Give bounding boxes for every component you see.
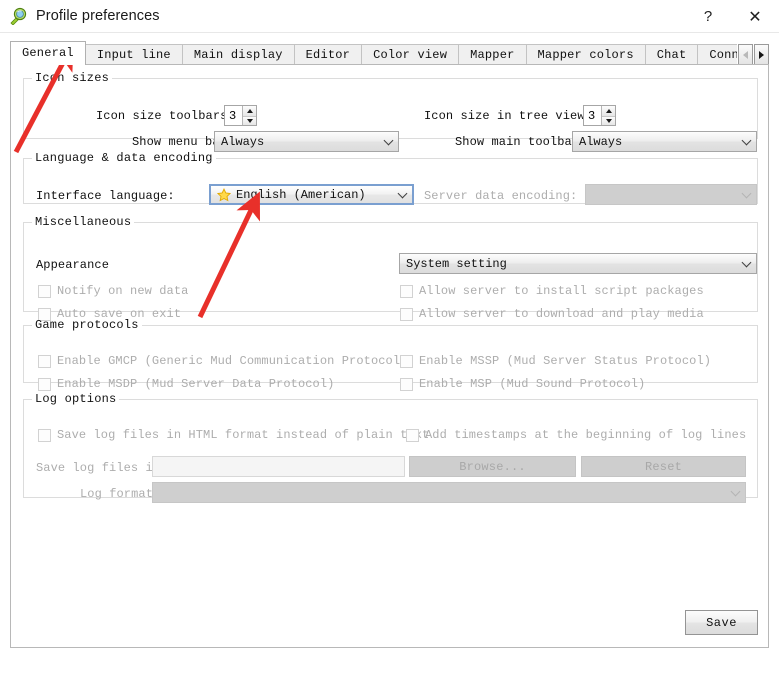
- checkbox-box[interactable]: [38, 377, 51, 391]
- group-language-data-encoding: Language & data encoding Interface langu…: [23, 151, 758, 205]
- tab-general[interactable]: General: [10, 41, 86, 65]
- save-button[interactable]: Save: [685, 610, 758, 635]
- tab-scroll-right-button[interactable]: [754, 44, 769, 65]
- tab-chat[interactable]: Chat: [644, 44, 699, 65]
- stepper-up-icon[interactable]: [602, 106, 615, 116]
- checkbox-save-log-html-format[interactable]: Save log files in HTML format instead of…: [38, 428, 429, 442]
- close-button[interactable]: ✕: [731, 0, 779, 33]
- checkbox-box[interactable]: [38, 284, 51, 298]
- checkbox-box[interactable]: [400, 284, 413, 298]
- tab-main-display[interactable]: Main display: [181, 44, 295, 65]
- checkbox-label: Enable MSSP (Mud Server Status Protocol): [419, 354, 712, 368]
- tab-color-view[interactable]: Color view: [361, 44, 460, 65]
- group-game-protocols: Game protocols Enable GMCP (Generic Mud …: [23, 318, 758, 391]
- chevron-down-icon: [397, 188, 408, 198]
- group-miscellaneous: Miscellaneous Appearance System setting …: [23, 215, 758, 321]
- tab-mapper[interactable]: Mapper: [458, 44, 527, 65]
- stepper-up-icon[interactable]: [243, 106, 256, 116]
- icon-size-toolbars-stepper[interactable]: 3: [224, 105, 257, 126]
- checkbox-allow-install-script-packages[interactable]: Allow server to install script packages: [400, 284, 704, 298]
- tab-page-general: Icon sizes Icon size toolbars: 3 Icon si…: [10, 64, 769, 648]
- checkbox-box[interactable]: [38, 428, 51, 442]
- chevron-down-icon: [730, 486, 741, 496]
- chevron-down-icon: [383, 135, 394, 145]
- show-main-toolbar-select[interactable]: Always: [572, 131, 757, 152]
- checkbox-box[interactable]: [38, 354, 51, 368]
- group-language-legend: Language & data encoding: [35, 151, 213, 165]
- checkbox-box[interactable]: [400, 377, 413, 391]
- checkbox-label: Enable MSP (Mud Sound Protocol): [419, 377, 646, 391]
- show-menu-bar-select[interactable]: Always: [214, 131, 399, 152]
- group-miscellaneous-legend: Miscellaneous: [35, 215, 132, 229]
- appearance-value: System setting: [406, 256, 507, 271]
- interface-language-label: Interface language:: [36, 189, 175, 203]
- tab-mapper-colors[interactable]: Mapper colors: [525, 44, 646, 65]
- tab-scroll-left-button[interactable]: [738, 44, 753, 65]
- save-log-files-in-input[interactable]: [152, 456, 405, 477]
- tab-bar: General Input line Main display Editor Color…: [10, 41, 769, 65]
- stepper-down-icon[interactable]: [602, 115, 615, 125]
- chevron-down-icon: [741, 188, 752, 198]
- server-data-encoding-label: Server data encoding:: [424, 189, 578, 203]
- log-format-select: [152, 482, 746, 503]
- checkbox-label: Notify on new data: [57, 284, 189, 298]
- window-title: Profile preferences: [36, 8, 160, 24]
- browse-button[interactable]: Browse...: [409, 456, 576, 477]
- group-log-options: Log options Save log files in HTML forma…: [23, 392, 758, 503]
- stepper-down-icon[interactable]: [243, 115, 256, 125]
- tab-editor[interactable]: Editor: [293, 44, 363, 65]
- stepper-buttons[interactable]: [601, 106, 615, 125]
- group-icon-sizes: Icon sizes Icon size toolbars: 3 Icon si…: [23, 71, 758, 152]
- appearance-label: Appearance: [36, 258, 110, 272]
- appearance-select[interactable]: System setting: [399, 253, 757, 274]
- checkbox-label: Enable GMCP (Generic Mud Communication P…: [57, 354, 408, 368]
- checkbox-label: Allow server to install script packages: [419, 284, 704, 298]
- group-game-protocols-legend: Game protocols: [35, 318, 139, 332]
- checkbox-enable-mssp[interactable]: Enable MSSP (Mud Server Status Protocol): [400, 354, 711, 368]
- log-format-label: Log format:: [80, 487, 161, 501]
- server-data-encoding-select: [585, 184, 757, 205]
- stepper-buttons[interactable]: [242, 106, 256, 125]
- icon-size-toolbars-label: Icon size toolbars:: [96, 109, 235, 123]
- tab-list: General Input line Main display Editor Color…: [10, 41, 737, 65]
- chevron-down-icon: [741, 257, 752, 267]
- checkbox-label: Save log files in HTML format instead of…: [57, 428, 430, 442]
- save-log-files-in-label: Save log files in:: [36, 461, 168, 475]
- help-button[interactable]: ?: [685, 0, 731, 33]
- checkbox-box[interactable]: [400, 354, 413, 368]
- checkbox-add-timestamps[interactable]: Add timestamps at the beginning of log l…: [406, 428, 746, 442]
- icon-size-toolbars-value: 3: [229, 108, 237, 123]
- save-log-files-in-value: [153, 457, 404, 463]
- checkbox-label: Enable MSDP (Mud Server Data Protocol): [57, 377, 335, 391]
- group-log-options-legend: Log options: [35, 392, 117, 406]
- icon-size-tree-views-value: 3: [588, 108, 596, 123]
- checkbox-enable-gmcp[interactable]: Enable GMCP (Generic Mud Communication P…: [38, 354, 407, 368]
- interface-language-value: English (American): [236, 187, 366, 202]
- checkbox-enable-msp[interactable]: Enable MSP (Mud Sound Protocol): [400, 377, 645, 391]
- checkbox-enable-msdp[interactable]: Enable MSDP (Mud Server Data Protocol): [38, 377, 334, 391]
- title-bar: Profile preferences ? ✕: [0, 0, 779, 33]
- show-menu-bar-value: Always: [221, 134, 265, 149]
- tab-scroll-buttons: [737, 41, 769, 65]
- interface-language-select[interactable]: English (American): [209, 184, 414, 205]
- reset-button[interactable]: Reset: [581, 456, 746, 477]
- chevron-left-icon: [743, 50, 748, 59]
- show-main-toolbar-value: Always: [579, 134, 623, 149]
- show-main-toolbar-label: Show main toolbar: [455, 135, 580, 149]
- icon-size-tree-views-label: Icon size in tree views:: [424, 109, 600, 123]
- window-controls: ? ✕: [685, 0, 779, 33]
- checkbox-box[interactable]: [406, 428, 419, 442]
- checkbox-label: Add timestamps at the beginning of log l…: [425, 428, 747, 442]
- tab-connection[interactable]: Connection: [697, 44, 737, 65]
- tab-input-line[interactable]: Input line: [84, 44, 183, 65]
- mudlet-logo-icon: [9, 7, 27, 26]
- group-icon-sizes-legend: Icon sizes: [35, 71, 110, 85]
- checkbox-notify-on-new-data[interactable]: Notify on new data: [38, 284, 188, 298]
- star-icon: [217, 187, 231, 202]
- chevron-down-icon: [741, 135, 752, 145]
- icon-size-tree-views-stepper[interactable]: 3: [583, 105, 616, 126]
- chevron-right-icon: [759, 50, 764, 59]
